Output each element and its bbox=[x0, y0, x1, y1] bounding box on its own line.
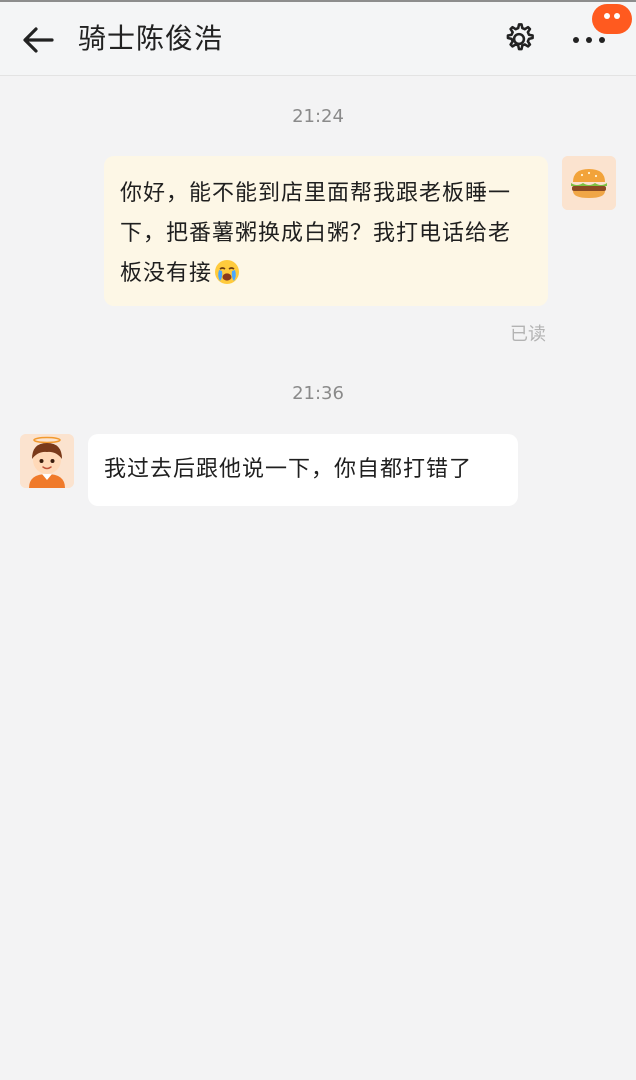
arrow-left-icon bbox=[23, 27, 54, 53]
settings-button[interactable] bbox=[500, 20, 538, 58]
message-bubble-outgoing[interactable]: 你好，能不能到店里面帮我跟老板睡一下，把番薯粥换成白粥？我打电话给老板没有接 bbox=[104, 156, 548, 306]
badge-dot bbox=[604, 13, 610, 19]
timestamp: 21:24 bbox=[292, 106, 344, 127]
message-bubble-incoming[interactable]: 我过去后跟他说一下，你自都打错了 bbox=[88, 434, 518, 506]
notification-badge[interactable] bbox=[592, 4, 632, 34]
message-text: 我过去后跟他说一下，你自都打错了 bbox=[104, 457, 473, 482]
gear-icon bbox=[506, 23, 534, 51]
timestamp: 21:36 bbox=[292, 383, 344, 404]
read-status: 已读 bbox=[510, 324, 546, 345]
burger-icon bbox=[562, 156, 616, 210]
chat-title: 骑士陈俊浩 bbox=[78, 22, 224, 55]
back-button[interactable] bbox=[18, 22, 58, 58]
chat-header: 骑士陈俊浩 bbox=[0, 2, 636, 76]
self-avatar[interactable] bbox=[562, 156, 616, 210]
badge-dot bbox=[614, 13, 620, 19]
rider-character-icon bbox=[20, 434, 74, 488]
crying-face-emoji-icon bbox=[215, 260, 240, 284]
message-text: 你好，能不能到店里面帮我跟老板睡一下，把番薯粥换成白粥？我打电话给老板没有接 bbox=[120, 181, 512, 286]
rider-avatar[interactable] bbox=[20, 434, 74, 488]
